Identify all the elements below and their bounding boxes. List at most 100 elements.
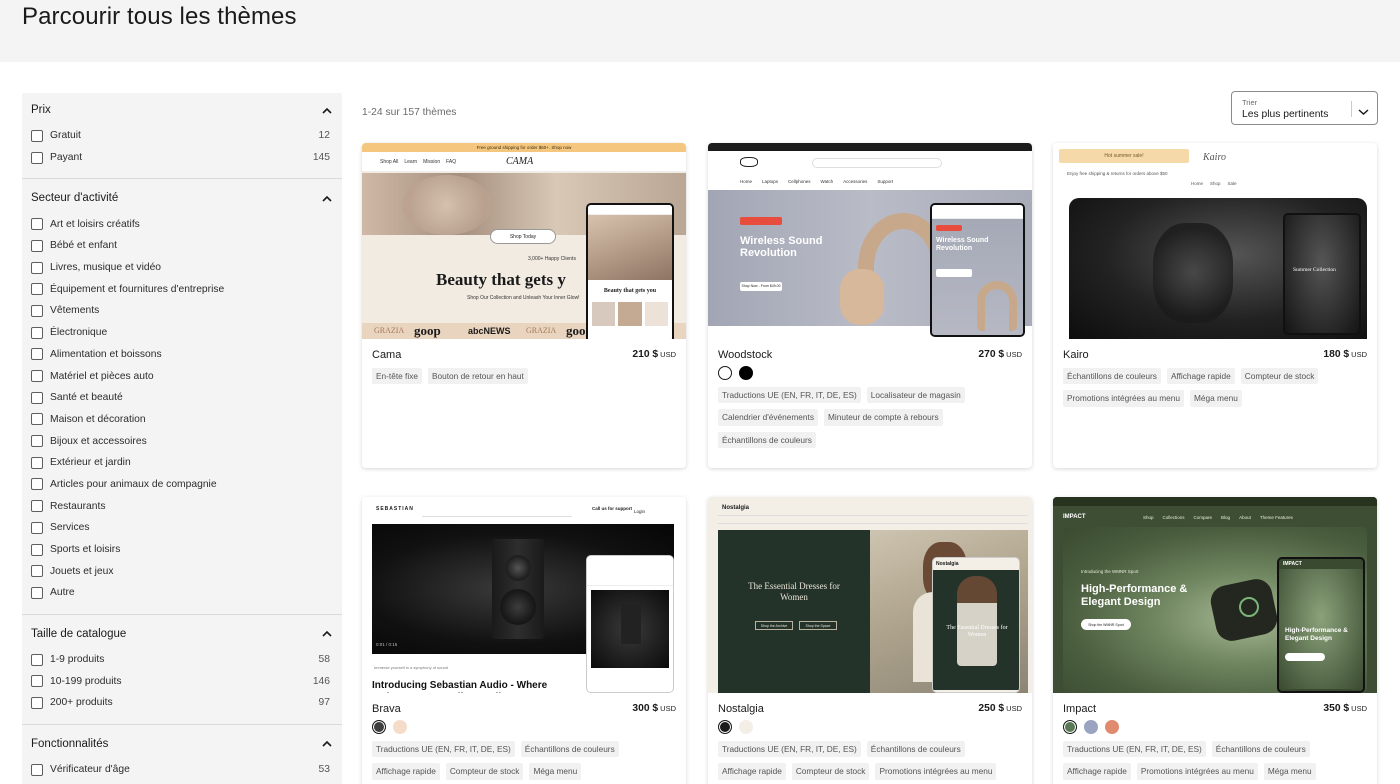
filter-option-industry[interactable]: Vêtements	[31, 300, 333, 322]
option-label: 10-199 produits	[50, 675, 122, 687]
chevron-up-icon[interactable]	[321, 738, 333, 750]
color-swatch[interactable]	[739, 366, 753, 380]
color-swatch[interactable]	[718, 366, 732, 380]
chevron-up-icon[interactable]	[321, 104, 333, 116]
feature-tag: Méga menu	[1263, 763, 1316, 780]
sort-select[interactable]: Trier Les plus pertinents	[1231, 91, 1378, 125]
filter-toggle-price[interactable]: Prix	[31, 101, 333, 119]
checkbox[interactable]	[31, 370, 43, 383]
checkbox[interactable]	[31, 218, 43, 231]
filter-option-industry[interactable]: Santé et beauté	[31, 387, 333, 409]
chevron-down-icon[interactable]	[1358, 103, 1369, 121]
filter-option-industry[interactable]: Maison et décoration	[31, 409, 333, 431]
filter-option-industry[interactable]: Alimentation et boissons	[31, 344, 333, 366]
theme-card-cama[interactable]: Free ground shipping for order $60+. Sho…	[362, 143, 686, 468]
preview-shipping: Enjoy free shipping & returns for orders…	[1067, 171, 1168, 176]
filter-option-200-plus[interactable]: 200+ produits 97	[31, 692, 333, 714]
filter-option-1-9[interactable]: 1-9 produits 58	[31, 649, 333, 671]
chevron-up-icon[interactable]	[321, 628, 333, 640]
mobile-headline: Summer Collection	[1293, 267, 1336, 273]
checkbox[interactable]	[31, 763, 43, 776]
checkbox[interactable]	[31, 283, 43, 296]
color-swatch[interactable]	[718, 720, 732, 734]
theme-name[interactable]: Brava	[372, 703, 676, 715]
filter-option-industry[interactable]: Équipement et fournitures d'entreprise	[31, 278, 333, 300]
theme-name[interactable]: Cama	[372, 349, 676, 361]
theme-card-brava[interactable]: SEBASTIAN Call us for support Login 0:01…	[362, 497, 686, 784]
filter-option-industry[interactable]: Électronique	[31, 322, 333, 344]
checkbox[interactable]	[31, 304, 43, 317]
feature-tag: Traductions UE (EN, FR, IT, DE, ES)	[1063, 741, 1206, 758]
theme-preview[interactable]: SEBASTIAN Call us for support Login 0:01…	[362, 497, 686, 693]
chevron-up-icon[interactable]	[321, 192, 333, 204]
checkbox[interactable]	[31, 239, 43, 252]
checkbox[interactable]	[31, 653, 43, 666]
filter-option-industry[interactable]: Livres, musique et vidéo	[31, 257, 333, 279]
theme-preview[interactable]: Hot summer sale! Kairo Enjoy free shippi…	[1053, 143, 1377, 339]
theme-name[interactable]: Kairo	[1063, 349, 1367, 361]
filter-option-industry[interactable]: Autre	[31, 582, 333, 604]
filter-option-payant[interactable]: Payant 145	[31, 147, 333, 169]
feature-tags: Traductions UE (EN, FR, IT, DE, ES) Écha…	[1063, 741, 1367, 780]
color-swatch[interactable]	[393, 720, 407, 734]
theme-preview[interactable]: Free ground shipping for order $60+. Sho…	[362, 143, 686, 339]
checkbox[interactable]	[31, 391, 43, 404]
filter-toggle-catalog-size[interactable]: Taille de catalogue	[31, 625, 333, 643]
filter-option-industry[interactable]: Bijoux et accessoires	[31, 430, 333, 452]
checkbox[interactable]	[31, 326, 43, 339]
theme-preview[interactable]: Home Laptops Cellphones Watch Accessories Sup…	[708, 143, 1032, 339]
color-swatch[interactable]	[1084, 720, 1098, 734]
option-label: 1-9 produits	[50, 654, 105, 666]
checkbox[interactable]	[31, 565, 43, 578]
feature-tag: Échantillons de couleurs	[1211, 741, 1310, 758]
color-swatches	[718, 366, 1022, 380]
filter-option-gratuit[interactable]: Gratuit 12	[31, 125, 333, 147]
checkbox[interactable]	[31, 413, 43, 426]
filter-option-age-verifier[interactable]: Vérificateur d'âge 53	[31, 759, 333, 781]
checkbox[interactable]	[31, 478, 43, 491]
checkbox[interactable]	[31, 151, 43, 164]
filter-option-industry[interactable]: Jouets et jeux	[31, 560, 333, 582]
color-swatch[interactable]	[739, 720, 753, 734]
preview-nav: Shop Collections Compare Blog About Theme Fea…	[1143, 515, 1293, 520]
checkbox[interactable]	[31, 543, 43, 556]
checkbox[interactable]	[31, 521, 43, 534]
checkbox[interactable]	[31, 348, 43, 361]
checkbox[interactable]	[31, 261, 43, 274]
color-swatch[interactable]	[372, 720, 386, 734]
filter-toggle-features[interactable]: Fonctionnalités	[31, 735, 333, 753]
filter-option-industry[interactable]: Sports et loisirs	[31, 539, 333, 561]
theme-preview[interactable]: IMPACT Shop Collections Compare Blog About Th…	[1053, 497, 1377, 693]
filter-option-industry[interactable]: Services	[31, 517, 333, 539]
theme-preview[interactable]: Nostalgia The Essential Dresses for Wome…	[708, 497, 1032, 693]
filter-option-industry[interactable]: Art et loisirs créatifs	[31, 213, 333, 235]
checkbox[interactable]	[31, 586, 43, 599]
checkbox[interactable]	[31, 129, 43, 142]
theme-name[interactable]: Woodstock	[718, 349, 1022, 361]
theme-price: 270 $ USD	[978, 349, 1022, 360]
theme-card-nostalgia[interactable]: Nostalgia The Essential Dresses for Wome…	[708, 497, 1032, 784]
color-swatch[interactable]	[1063, 720, 1077, 734]
filter-option-industry[interactable]: Matériel et pièces auto	[31, 365, 333, 387]
filter-option-10-199[interactable]: 10-199 produits 146	[31, 670, 333, 692]
color-swatch[interactable]	[1105, 720, 1119, 734]
filter-option-industry[interactable]: Bébé et enfant	[31, 235, 333, 257]
filter-option-industry[interactable]: Extérieur et jardin	[31, 452, 333, 474]
feature-tag: Affichage rapide	[718, 763, 786, 780]
theme-name[interactable]: Nostalgia	[718, 703, 1022, 715]
filter-section-price: Prix Gratuit 12 Payant 145	[22, 93, 342, 180]
filter-toggle-industry[interactable]: Secteur d'activité	[31, 189, 333, 207]
theme-card-woodstock[interactable]: Home Laptops Cellphones Watch Accessories Sup…	[708, 143, 1032, 468]
filter-option-industry[interactable]: Articles pour animaux de compagnie	[31, 474, 333, 496]
filter-option-industry[interactable]: Restaurants	[31, 495, 333, 517]
checkbox[interactable]	[31, 435, 43, 448]
feature-tag: Traductions UE (EN, FR, IT, DE, ES)	[372, 741, 515, 758]
theme-card-kairo[interactable]: Hot summer sale! Kairo Enjoy free shippi…	[1053, 143, 1377, 468]
checkbox[interactable]	[31, 456, 43, 469]
checkbox[interactable]	[31, 696, 43, 709]
results-count: 1-24 sur 157 thèmes	[362, 107, 457, 118]
theme-name[interactable]: Impact	[1063, 703, 1367, 715]
theme-card-impact[interactable]: IMPACT Shop Collections Compare Blog About Th…	[1053, 497, 1377, 784]
checkbox[interactable]	[31, 675, 43, 688]
checkbox[interactable]	[31, 500, 43, 513]
